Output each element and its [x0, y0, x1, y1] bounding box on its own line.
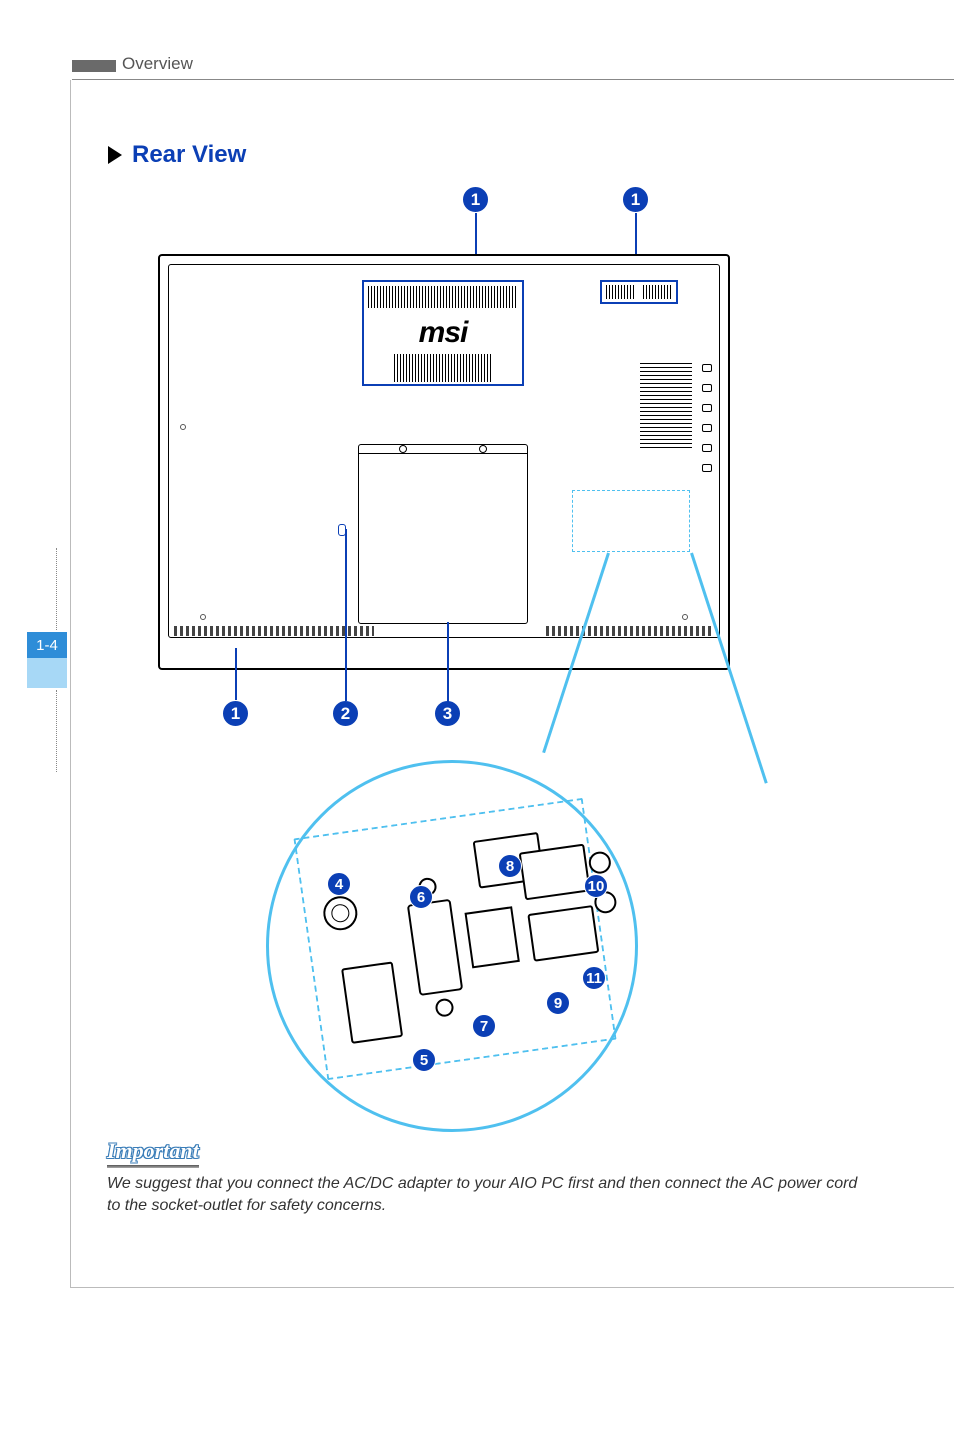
callout-bubble: 7 — [472, 1014, 496, 1038]
vent-lines — [368, 286, 518, 308]
callout-bubble: 9 — [546, 991, 570, 1015]
side-dots-bottom — [56, 690, 58, 772]
side-button — [702, 424, 712, 432]
section-title-row: Rear View — [108, 141, 246, 169]
screw-icon — [479, 445, 487, 453]
callout-bubble: 5 — [412, 1048, 436, 1072]
callout-bubble: 8 — [498, 854, 522, 878]
detail-ports-group — [245, 739, 658, 1152]
top-right-vent — [600, 280, 678, 304]
stand-divider — [359, 453, 527, 454]
vent-lines — [394, 354, 492, 382]
rear-ports-region — [572, 490, 690, 552]
screw-icon — [682, 614, 688, 620]
header-section-label: Overview — [122, 54, 193, 74]
side-vent — [640, 360, 692, 448]
important-underline — [107, 1165, 199, 1168]
side-button — [702, 444, 712, 452]
vent-lines — [606, 285, 636, 299]
dc-jack-port — [321, 894, 359, 932]
callout-bubble: 6 — [409, 885, 433, 909]
screw-icon — [434, 997, 454, 1017]
hdmi-port — [341, 961, 403, 1043]
side-button — [702, 384, 712, 392]
callout-bubble: 1 — [622, 186, 649, 213]
important-body-text: We suggest that you connect the AC/DC ad… — [107, 1173, 874, 1218]
screw-icon — [180, 424, 186, 430]
callout-bubble: 11 — [582, 966, 606, 990]
callout-bubble: 1 — [462, 186, 489, 213]
callout-bubble: 2 — [332, 700, 359, 727]
callout-bubble: 1 — [222, 700, 249, 727]
vent-lines — [643, 285, 673, 299]
msi-logo: msi — [364, 316, 522, 350]
screw-icon — [399, 445, 407, 453]
important-heading: Important — [107, 1138, 199, 1168]
callout-bubble: 10 — [584, 874, 608, 898]
audio-jack — [587, 850, 612, 875]
detail-zoom-circle — [266, 760, 638, 1132]
leader-line — [235, 648, 237, 700]
side-dots-top — [56, 548, 58, 630]
page-number-light — [27, 658, 67, 688]
important-label-text: Important — [107, 1138, 199, 1164]
screw-icon — [200, 614, 206, 620]
bottom-vent-strip — [174, 626, 714, 636]
callout-bubble: 4 — [327, 872, 351, 896]
stand-plate — [358, 444, 528, 624]
side-button-column — [702, 358, 714, 478]
leader-line — [345, 529, 347, 701]
section-title: Rear View — [132, 141, 246, 169]
side-button — [702, 364, 712, 372]
leader-line — [447, 622, 449, 702]
vga-port — [407, 899, 463, 996]
lan-port — [465, 906, 520, 968]
usb-port-pair — [527, 905, 599, 962]
device-rear-diagram: msi — [158, 254, 730, 670]
side-button — [702, 464, 712, 472]
callout-bubble: 3 — [434, 700, 461, 727]
side-button — [702, 404, 712, 412]
usb-port-pair — [519, 844, 591, 901]
header-accent — [72, 60, 116, 72]
page-header: Overview — [72, 54, 954, 78]
page-number-tab: 1-4 — [27, 632, 67, 658]
top-vent-panel: msi — [362, 280, 524, 386]
chevron-right-icon — [108, 146, 122, 164]
